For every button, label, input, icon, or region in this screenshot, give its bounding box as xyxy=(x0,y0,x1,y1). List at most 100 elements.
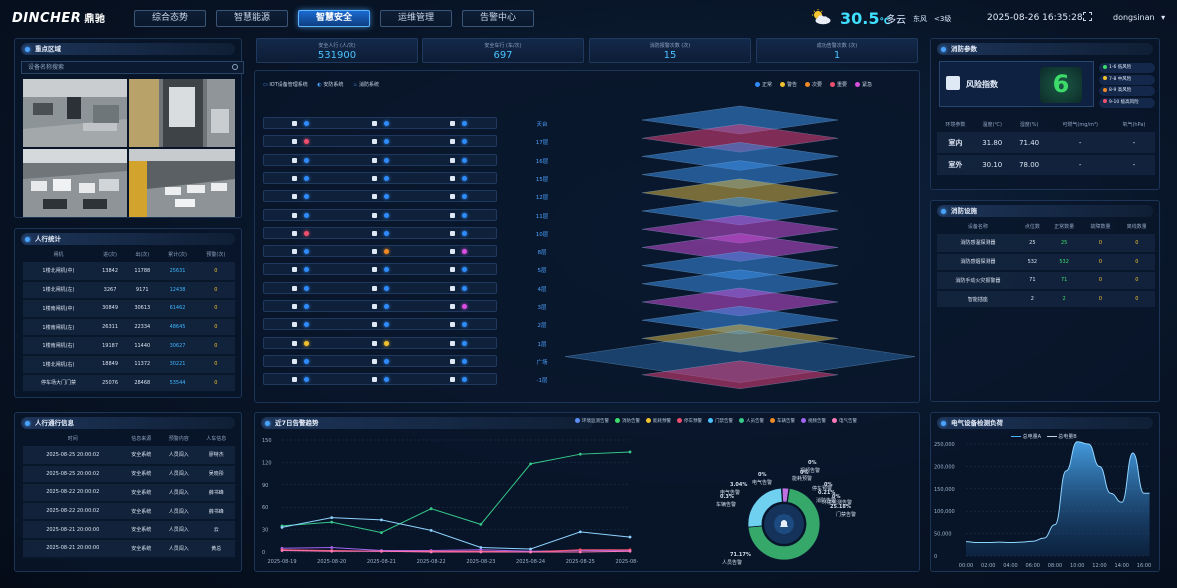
data-point[interactable] xyxy=(628,535,632,539)
floor-status-row[interactable] xyxy=(263,117,497,129)
table-row[interactable]: 1楼北闸机(中) 13842 11788 25631 0 xyxy=(23,262,235,281)
camera-feed-1[interactable] xyxy=(23,79,127,147)
data-point[interactable] xyxy=(529,462,532,466)
data-point[interactable] xyxy=(330,516,334,520)
table-row[interactable]: 2025-08-22 20:00:02 安全系统 人员闯入 薛书峰 xyxy=(23,483,235,502)
table-cell: 25 xyxy=(1029,239,1036,246)
floor-label[interactable]: 17层 xyxy=(530,138,554,146)
floor-label[interactable]: 1层 xyxy=(530,340,554,348)
trend-legend-item[interactable]: 环境监测告警 xyxy=(575,418,609,424)
trend-legend-item[interactable]: 消防告警 xyxy=(615,418,640,424)
floor-label[interactable]: 4层 xyxy=(530,285,554,293)
fire-icon xyxy=(450,194,455,200)
tab-safety[interactable]: 智慧安全 xyxy=(298,10,370,27)
system-iot-label[interactable]: IOT设备管理系统 xyxy=(269,82,307,88)
data-point[interactable] xyxy=(380,518,383,522)
data-point[interactable] xyxy=(578,530,582,534)
trend-legend-item[interactable]: 人员告警 xyxy=(739,418,764,424)
tab-overview[interactable]: 综合态势 xyxy=(134,10,206,27)
tab-operations[interactable]: 运维管理 xyxy=(380,10,452,27)
table-row[interactable]: 2025-08-22 20:00:02 安全系统 人员闯入 薛书峰 xyxy=(23,501,235,521)
floor-status-row[interactable] xyxy=(263,208,497,221)
table-row[interactable]: 2025-08-21 20:00:00 安全系统 人员闯入 黄总 xyxy=(23,538,235,558)
floor-label[interactable]: 天台 xyxy=(530,120,554,128)
trend-legend-item[interactable]: 门禁告警 xyxy=(708,418,733,424)
system-security-label[interactable]: 安防系统 xyxy=(323,82,343,88)
data-point[interactable] xyxy=(628,450,632,454)
data-point[interactable] xyxy=(479,550,483,554)
table-row[interactable]: 停车场大门门禁 25076 28468 53544 0 xyxy=(23,373,235,393)
trend-legend-item[interactable]: 视频告警 xyxy=(801,418,826,424)
table-row[interactable]: 2025-08-25 20:00:02 安全系统 人员闯入 廖特杰 xyxy=(23,446,235,465)
title-dot-icon xyxy=(941,208,946,214)
data-point[interactable] xyxy=(529,550,532,554)
floor-label[interactable]: 2层 xyxy=(530,321,554,329)
camera-feed-4[interactable] xyxy=(129,149,235,217)
floor-label[interactable]: -1层 xyxy=(530,376,554,384)
floor-status-row[interactable] xyxy=(263,263,497,276)
trend-legend-item[interactable]: 车辆告警 xyxy=(770,418,795,424)
data-point[interactable] xyxy=(380,549,383,553)
data-point[interactable] xyxy=(429,528,433,532)
floor-status-row[interactable] xyxy=(263,373,497,386)
data-point[interactable] xyxy=(429,550,433,554)
floor-label[interactable]: 8层 xyxy=(530,248,554,256)
table-row[interactable]: 消防手动火灾报警器 71 71 0 0 xyxy=(937,271,1155,290)
table-row[interactable]: 2025-08-21 20:00:00 安全系统 人员闯入 云 xyxy=(23,520,235,539)
camera-feed-2[interactable] xyxy=(129,79,235,147)
data-point[interactable] xyxy=(330,520,334,524)
data-point[interactable] xyxy=(380,531,383,534)
data-point[interactable] xyxy=(578,452,582,456)
user-menu[interactable]: dongsinan ▾ xyxy=(1113,13,1165,22)
floor-label[interactable]: 15层 xyxy=(530,175,554,183)
floor-status-row[interactable] xyxy=(263,354,497,367)
floor-status-row[interactable] xyxy=(263,135,497,148)
camera-feed-3[interactable] xyxy=(23,149,127,217)
floor-status-row[interactable] xyxy=(263,153,497,166)
data-point[interactable] xyxy=(628,549,632,553)
table-row[interactable]: 1楼北闸机(右) 18849 11372 30221 0 xyxy=(23,354,235,374)
table-row[interactable]: 消防感温探测器 25 25 0 0 xyxy=(937,234,1155,253)
floor-status-row[interactable] xyxy=(263,318,497,331)
floor-status-row[interactable] xyxy=(263,190,497,203)
data-point[interactable] xyxy=(280,549,284,552)
tab-energy[interactable]: 智慧能源 xyxy=(216,10,288,27)
table-cell: 78.00 xyxy=(1019,161,1040,169)
trend-legend-item[interactable]: 停车预警 xyxy=(677,418,702,424)
power-load-area-chart: 0 50,000 100,000 150,000 200,000 250,000 00:00… xyxy=(934,441,1151,569)
floor-status-row[interactable] xyxy=(263,281,497,294)
data-point[interactable] xyxy=(578,550,582,554)
table-row[interactable]: 智能插座 2 2 0 0 xyxy=(937,289,1155,309)
floor-label[interactable]: 10层 xyxy=(530,230,554,238)
fullscreen-icon[interactable] xyxy=(1083,12,1092,21)
floor-label[interactable]: 11层 xyxy=(530,212,554,220)
floor-label[interactable]: 广场 xyxy=(530,358,554,366)
floor-label[interactable]: 16层 xyxy=(530,157,554,165)
device-search-input[interactable]: 设备名称搜索 xyxy=(21,61,244,74)
system-fire-label[interactable]: 消防系统 xyxy=(359,82,379,88)
floor-label[interactable]: 12层 xyxy=(530,193,554,201)
data-point[interactable] xyxy=(330,549,334,553)
data-point[interactable] xyxy=(479,522,483,526)
table-row[interactable]: 2025-08-25 20:00:02 安全系统 人员闯入 吴晓彤 xyxy=(23,464,235,484)
data-point[interactable] xyxy=(330,546,334,549)
table-cell: 消防手动火灾报警器 xyxy=(955,277,1001,284)
floor-status-row[interactable] xyxy=(263,245,497,258)
data-point[interactable] xyxy=(429,507,433,511)
y-tick-label: 150 xyxy=(262,438,272,444)
table-row[interactable]: 1楼南闸机(右) 19187 11440 30627 0 xyxy=(23,336,235,355)
tab-alarm-center[interactable]: 告警中心 xyxy=(462,10,534,27)
table-row[interactable]: 消防感烟探测器 532 532 0 0 xyxy=(937,252,1155,272)
floor-label[interactable]: 5层 xyxy=(530,266,554,274)
data-point[interactable] xyxy=(280,525,284,529)
floor-label[interactable]: 3层 xyxy=(530,303,554,311)
table-row[interactable]: 1楼南闸机(左) 26311 22334 48645 0 xyxy=(23,317,235,337)
floor-status-row[interactable] xyxy=(263,336,497,349)
trend-legend-item[interactable]: 能耗预警 xyxy=(646,418,671,424)
floor-status-row[interactable] xyxy=(263,300,497,312)
trend-legend-item[interactable]: 电气告警 xyxy=(832,418,857,424)
floor-status-row[interactable] xyxy=(263,226,497,239)
table-row[interactable]: 1楼北闸机(左) 3267 9171 12438 0 xyxy=(23,280,235,300)
table-row[interactable]: 1楼南闸机(中) 30849 30613 61462 0 xyxy=(23,299,235,318)
floor-status-row[interactable] xyxy=(263,171,497,184)
